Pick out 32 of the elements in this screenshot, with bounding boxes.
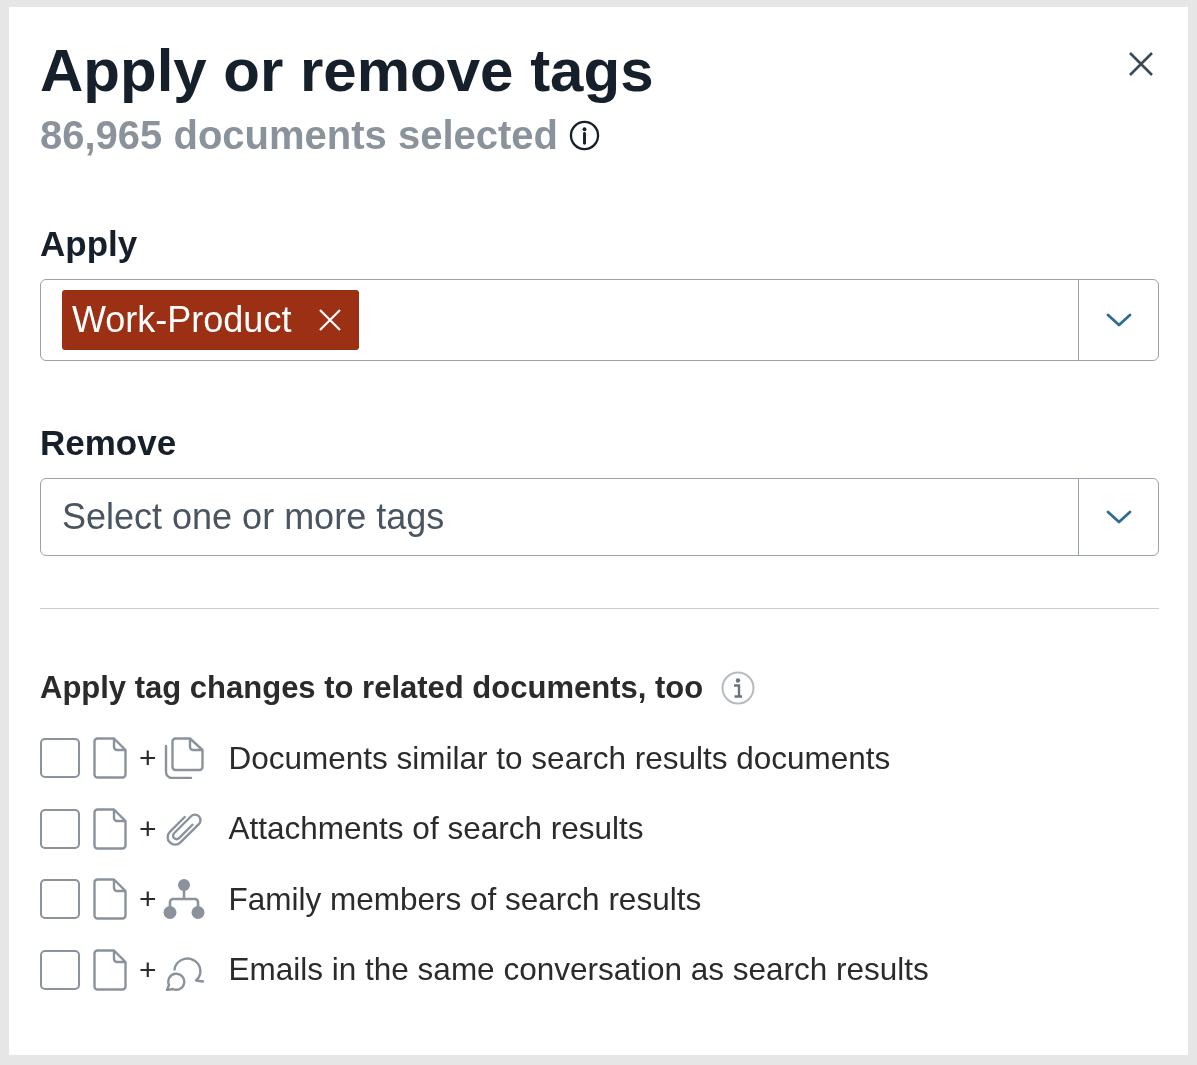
tag-chip[interactable]: Work-Product xyxy=(62,290,360,350)
chevron-down-icon xyxy=(1105,510,1132,524)
checkbox[interactable] xyxy=(40,949,80,990)
info-icon[interactable] xyxy=(569,119,601,151)
checkbox[interactable] xyxy=(40,879,80,920)
checkbox[interactable] xyxy=(40,738,80,779)
document-icon xyxy=(93,737,127,780)
field-label: Remove xyxy=(40,422,178,464)
plus-sign: + xyxy=(139,884,157,915)
field-label: Apply xyxy=(40,223,139,265)
plus-sign: + xyxy=(139,954,157,985)
tag-select-field[interactable]: Select one or more tags xyxy=(40,478,1159,556)
checkbox[interactable] xyxy=(40,808,80,849)
option-label: Family members of search results xyxy=(228,879,702,919)
tag-search-input[interactable]: Select one or more tags xyxy=(62,490,1068,544)
close-icon xyxy=(1129,52,1153,76)
plus-sign: + xyxy=(139,813,157,844)
chevron-down-icon xyxy=(1105,313,1132,327)
remove-icon[interactable] xyxy=(319,309,342,331)
plus-sign: + xyxy=(139,743,157,774)
hierarchy-icon xyxy=(162,878,205,921)
option-label: Attachments of search results xyxy=(228,809,644,849)
section-heading: Apply tag changes to related documents, too xyxy=(40,669,704,707)
option-label: Emails in the same conversation as search results xyxy=(228,950,929,990)
option-label: Documents similar to search results documents xyxy=(228,738,891,778)
tag-select-field[interactable]: Work-Product xyxy=(40,279,1159,361)
document-icon xyxy=(93,948,127,991)
document-icon xyxy=(93,878,127,921)
copy-icon xyxy=(162,737,205,780)
selection-count: 86,965 documents selected xyxy=(40,112,559,159)
dialog-title: Apply or remove tags xyxy=(40,38,654,104)
document-icon xyxy=(93,807,127,850)
